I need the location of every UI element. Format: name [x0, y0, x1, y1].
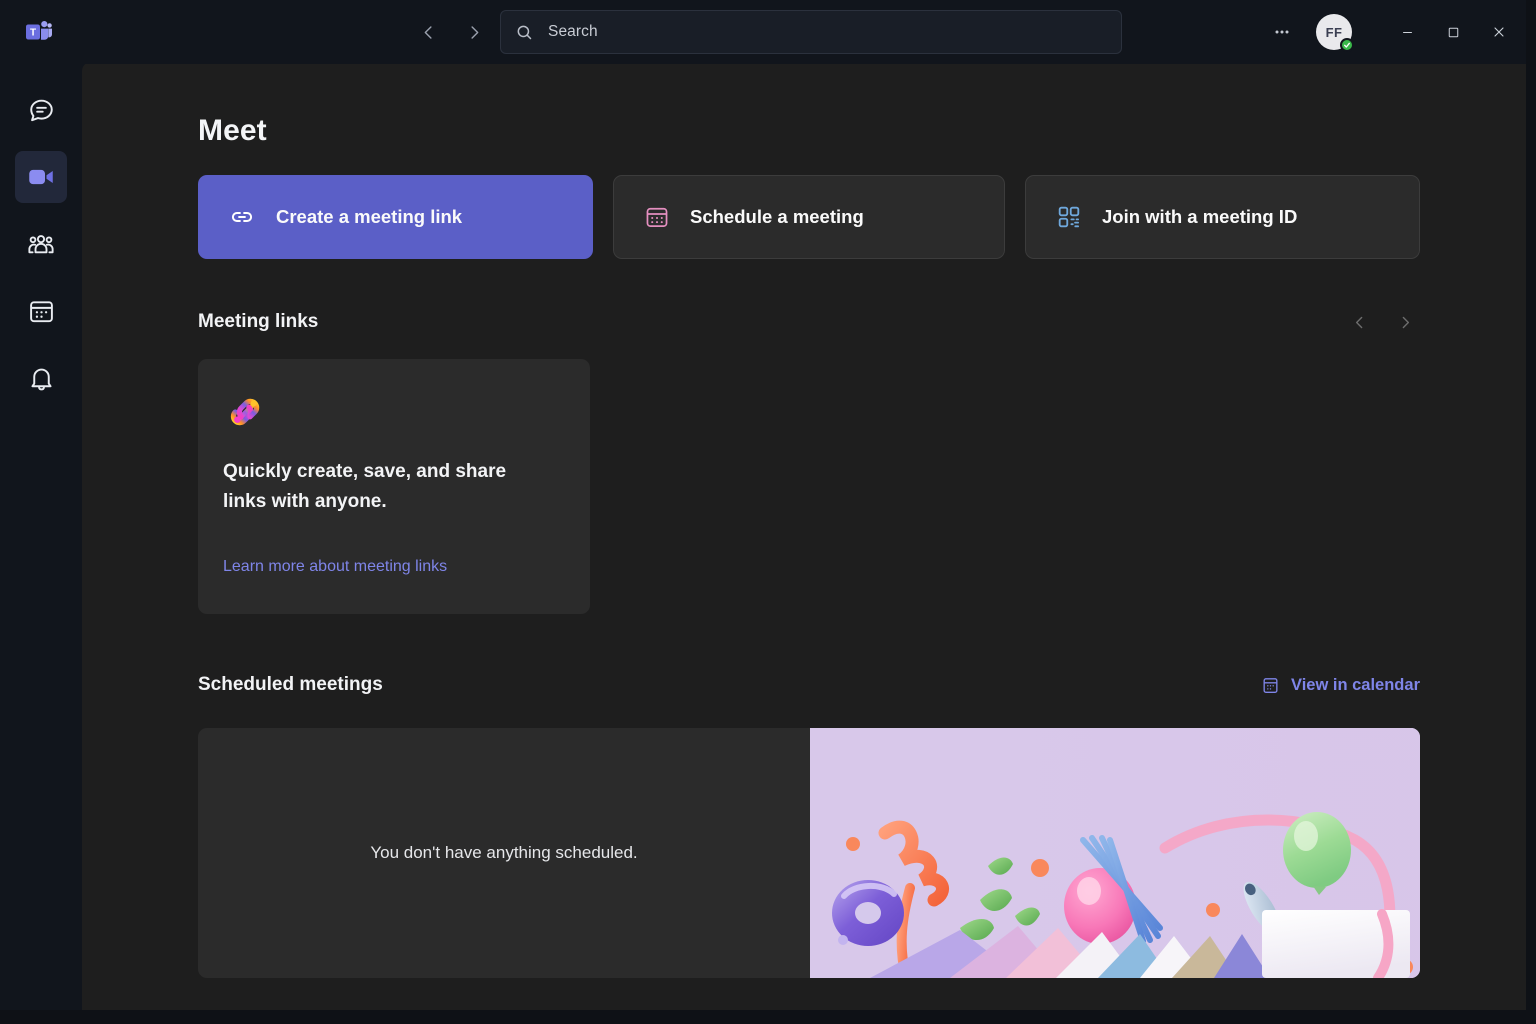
sidebar-item-teams[interactable]: [15, 218, 67, 270]
minimize-icon: [1402, 31, 1412, 33]
link-icon: [228, 203, 256, 231]
calendar-icon: [644, 204, 670, 230]
sidebar-item-calendar[interactable]: [15, 285, 67, 337]
avatar[interactable]: FF: [1316, 14, 1354, 52]
chevron-right-icon: [470, 25, 478, 39]
people-icon: [28, 235, 54, 254]
status-badge: [1340, 38, 1354, 52]
close-button[interactable]: [1476, 9, 1522, 55]
maximize-button[interactable]: [1430, 9, 1476, 55]
create-meeting-link-button[interactable]: Create a meeting link: [198, 175, 593, 259]
chat-icon: [29, 99, 53, 121]
meeting-links-carousel-controls: [1344, 307, 1420, 337]
sidebar-item-activity[interactable]: [15, 352, 67, 404]
search-placeholder: Search: [548, 23, 598, 40]
teams-logo-icon[interactable]: T: [19, 13, 57, 51]
scheduled-meetings-title: Scheduled meetings: [198, 674, 383, 695]
page-title: Meet: [198, 114, 267, 147]
title-bar: T Search FF: [0, 0, 1536, 64]
sidebar-item-chat[interactable]: [15, 84, 67, 136]
view-in-calendar-link[interactable]: View in calendar: [1261, 676, 1420, 695]
window-bottom-edge: [0, 1010, 1536, 1024]
svg-text:T: T: [30, 27, 36, 38]
join-with-meeting-id-button[interactable]: Join with a meeting ID: [1025, 175, 1420, 259]
teams-window: Meet Create a meeting link Schedule a me…: [0, 0, 1536, 1024]
maximize-icon: [1448, 27, 1458, 37]
schedule-a-meeting-label: Schedule a meeting: [690, 206, 864, 227]
meeting-links-title: Meeting links: [198, 311, 319, 332]
back-button[interactable]: [410, 14, 446, 50]
scheduled-meetings-card: You don't have anything scheduled.: [198, 728, 1420, 978]
schedule-a-meeting-button[interactable]: Schedule a meeting: [613, 175, 1005, 259]
meeting-links-promo-card[interactable]: Quickly create, save, and share links wi…: [198, 359, 590, 614]
scheduled-meetings-section-header: Scheduled meetings View in calendar: [198, 674, 1420, 696]
history-navigation: [410, 14, 492, 50]
carousel-prev-button[interactable]: [1344, 307, 1374, 337]
party-celebration-3d-illustration: [810, 728, 1420, 978]
close-icon: [1494, 27, 1504, 37]
window-right-edge: [1526, 0, 1536, 1024]
content-pane: Meet Create a meeting link Schedule a me…: [82, 62, 1526, 1010]
search-input[interactable]: Search: [500, 10, 1122, 54]
video-camera-icon: [29, 169, 53, 185]
meeting-links-section-header: Meeting links: [198, 307, 1420, 337]
sidebar-item-meet[interactable]: [15, 151, 67, 203]
carousel-next-button[interactable]: [1390, 307, 1420, 337]
forward-button[interactable]: [456, 14, 492, 50]
calendar-icon: [29, 300, 53, 322]
illustration-svg: [810, 728, 1420, 978]
minimize-button[interactable]: [1384, 9, 1430, 55]
calendar-icon: [1261, 676, 1280, 695]
search-icon: [515, 23, 534, 42]
learn-more-link[interactable]: Learn more about meeting links: [223, 558, 447, 576]
create-meeting-link-label: Create a meeting link: [276, 206, 463, 227]
gradient-link-icon: [223, 389, 269, 435]
more-options-button[interactable]: [1262, 12, 1302, 52]
scheduled-meetings-empty-state: You don't have anything scheduled.: [370, 843, 638, 862]
checkmark-icon: [1344, 42, 1350, 48]
ellipsis-icon: [1275, 30, 1289, 34]
meet-actions-toolbar: Create a meeting link Schedule a meeting…: [198, 175, 1420, 259]
titlebar-right-controls: FF: [1262, 0, 1536, 64]
qr-code-icon: [1056, 204, 1082, 230]
bell-icon: [30, 368, 52, 390]
meeting-links-headline: Quickly create, save, and share links wi…: [223, 461, 507, 512]
app-rail: [0, 64, 82, 1024]
join-with-meeting-id-label: Join with a meeting ID: [1102, 206, 1298, 227]
view-in-calendar-label: View in calendar: [1290, 675, 1420, 694]
chevron-left-icon: [424, 25, 432, 39]
